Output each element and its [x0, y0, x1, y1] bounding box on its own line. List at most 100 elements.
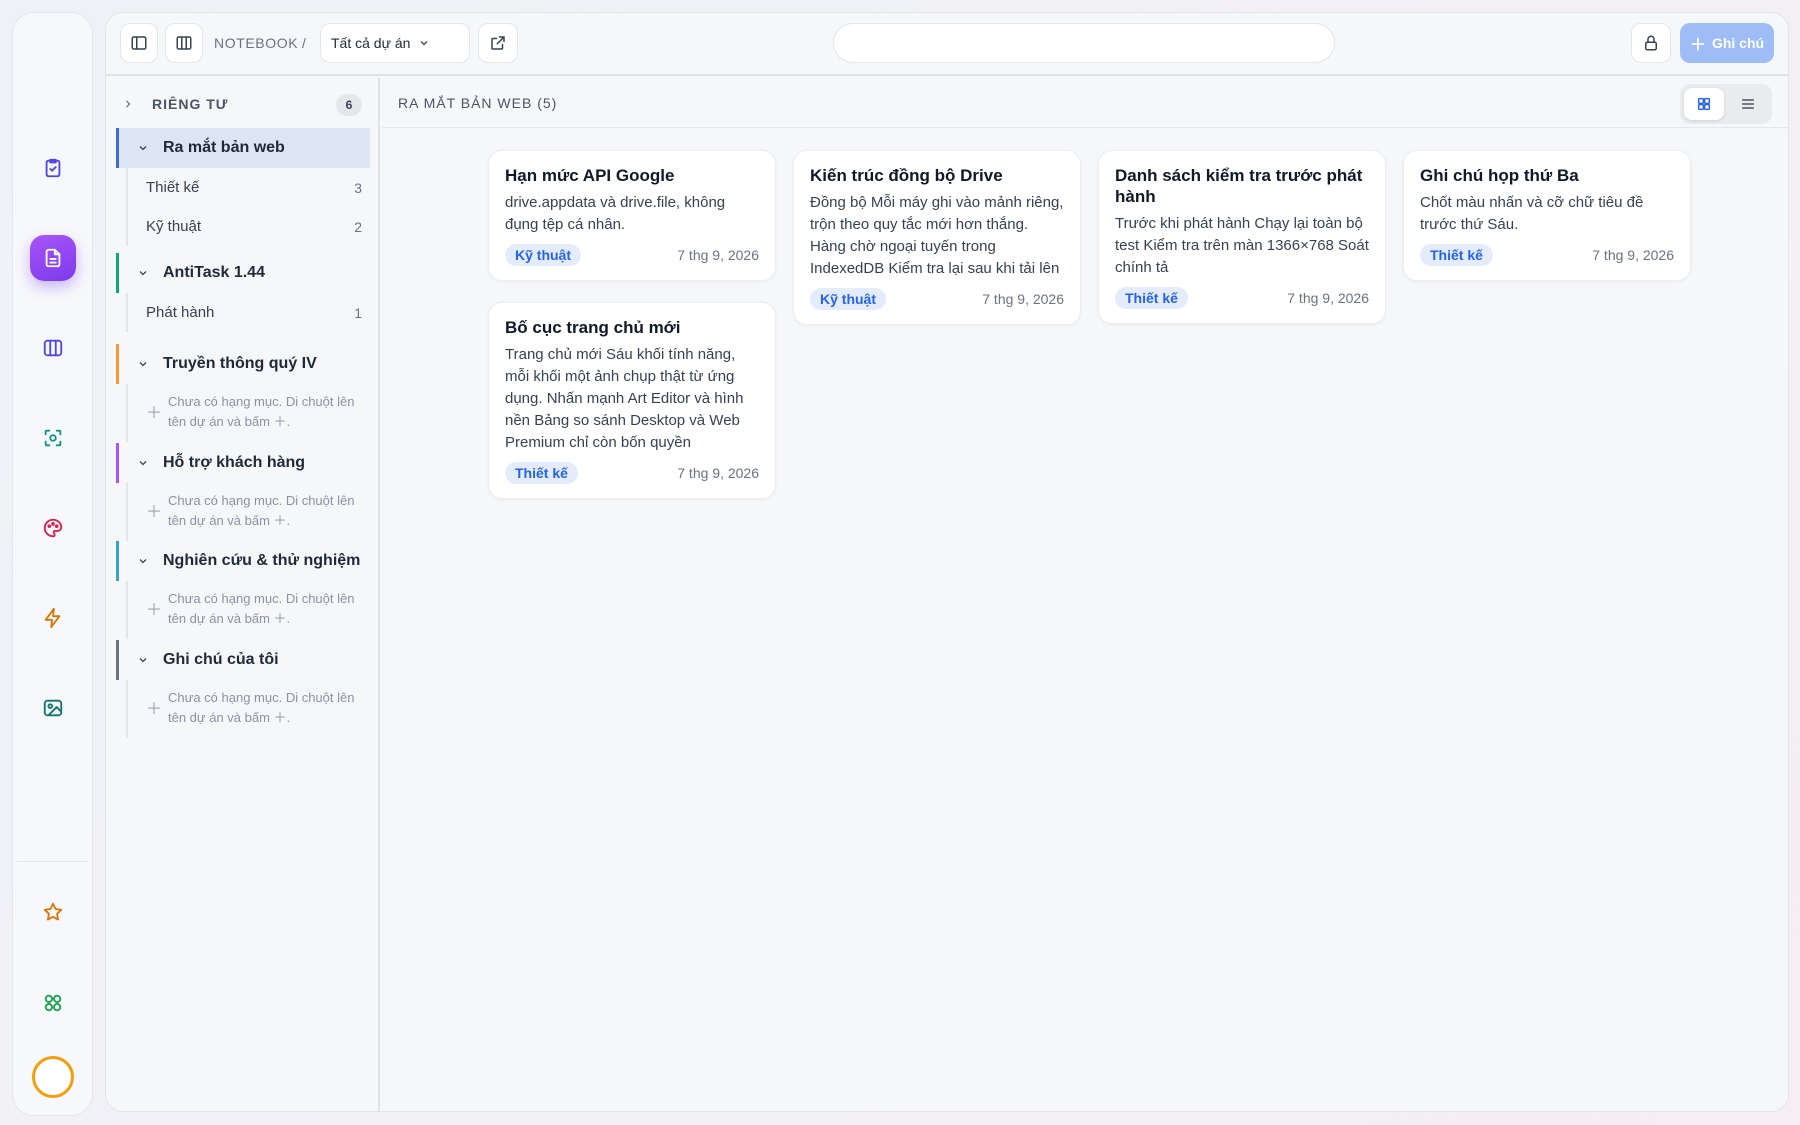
project-group: Ghi chú của tôi ＋ Chưa có hạng mục. Di c…: [116, 640, 370, 738]
note-tag[interactable]: Kỹ thuật: [810, 288, 886, 310]
category-name: Kỹ thuật: [146, 218, 202, 235]
rail-divider: [17, 861, 88, 862]
note-tag[interactable]: Thiết kế: [1420, 244, 1493, 266]
empty-category-hint: ＋ Chưa có hạng mục. Di chuột lên tên dự …: [128, 581, 370, 639]
note-body: Chốt màu nhấn và cỡ chữ tiêu đề trước th…: [1420, 194, 1644, 233]
breadcrumb-separator: /: [302, 35, 307, 51]
view-toggle: [1680, 84, 1772, 124]
chevron-down-icon: [139, 658, 147, 663]
note-card[interactable]: Bố cục trang chủ mới Trang chủ mới Sáu k…: [488, 302, 776, 499]
note-title: Kiến trúc đồng bộ Drive: [810, 166, 1003, 185]
new-note-button[interactable]: ＋ Ghi chú: [1680, 23, 1774, 63]
category-item[interactable]: Phát hành 1: [128, 293, 370, 332]
plus-icon[interactable]: ＋: [146, 503, 162, 523]
apps-grid-icon: [44, 994, 61, 1012]
note-date: 7 thg 9, 2026: [677, 247, 759, 263]
private-count-badge: 6: [336, 94, 362, 116]
toggle-columns-button[interactable]: [165, 23, 203, 63]
empty-hint-text: Chưa có hạng mục. Di chuột lên tên dự án…: [168, 591, 355, 626]
note-card[interactable]: Kiến trúc đồng bộ Drive Đồng bộ Mỗi máy …: [793, 150, 1081, 325]
category-item[interactable]: Kỹ thuật 2: [128, 207, 370, 246]
star-icon: [43, 902, 62, 921]
project-categories: ＋ Chưa có hạng mục. Di chuột lên tên dự …: [126, 384, 370, 442]
project-item-ra-mat-ban-web[interactable]: Ra mắt bản web: [116, 128, 370, 168]
art-nav-button[interactable]: [30, 505, 76, 551]
project-item-ho-tro[interactable]: Hỗ trợ khách hàng: [116, 443, 370, 483]
project-item-ghi-chu-cua-toi[interactable]: Ghi chú của tôi: [116, 640, 370, 680]
category-name: Phát hành: [146, 304, 215, 321]
note-footer: Thiết kế 7 thg 9, 2026: [505, 462, 759, 484]
category-count: 1: [354, 304, 362, 321]
chevron-down-icon: [420, 41, 428, 46]
note-title: Bố cục trang chủ mới: [505, 318, 681, 337]
note-title: Hạn mức API Google: [505, 166, 675, 185]
project-item-antitask[interactable]: AntiTask 1.44: [116, 253, 370, 293]
lock-button[interactable]: [1631, 23, 1671, 63]
chevron-down-icon: [139, 146, 147, 151]
project-name: Hỗ trợ khách hàng: [163, 454, 306, 471]
category-count: 3: [354, 179, 362, 196]
search-input[interactable]: [833, 23, 1335, 63]
plus-icon[interactable]: ＋: [146, 404, 162, 424]
task-check-icon: [45, 158, 60, 178]
note-date: 7 thg 9, 2026: [1592, 247, 1674, 263]
external-link-icon: [491, 36, 505, 50]
note-card[interactable]: Ghi chú họp thứ Ba Chốt màu nhấn và cỡ c…: [1403, 150, 1691, 281]
note-footer: Kỹ thuật 7 thg 9, 2026: [810, 288, 1064, 310]
project-categories: ＋ Chưa có hạng mục. Di chuột lên tên dự …: [126, 581, 370, 639]
columns-icon: [176, 36, 192, 50]
list-view-button[interactable]: [1728, 88, 1768, 120]
project-item-nghien-cuu[interactable]: Nghiên cứu & thử nghiệm: [116, 541, 370, 581]
content-title: RA MẮT BẢN WEB (5): [398, 95, 558, 111]
automation-nav-button[interactable]: [30, 595, 76, 641]
note-tag[interactable]: Thiết kế: [1115, 287, 1188, 309]
image-icon: [43, 699, 62, 717]
project-group: Nghiên cứu & thử nghiệm ＋ Chưa có hạng m…: [116, 541, 370, 639]
notes-nav-button[interactable]: [29, 235, 76, 281]
note-tag[interactable]: Kỹ thuật: [505, 244, 581, 266]
plus-icon[interactable]: ＋: [146, 700, 162, 720]
note-body: Trang chủ mới Sáu khối tính năng, mỗi kh…: [505, 346, 744, 451]
project-name: Ghi chú của tôi: [163, 651, 279, 668]
empty-hint-text: Chưa có hạng mục. Di chuột lên tên dự án…: [168, 394, 355, 429]
private-section-header[interactable]: RIÊNG TƯ 6: [106, 88, 362, 120]
chevron-right-icon: [126, 100, 131, 108]
user-avatar[interactable]: [31, 1056, 74, 1098]
lightning-icon: [44, 607, 60, 629]
tasks-nav-button[interactable]: [30, 145, 76, 191]
note-tag[interactable]: Thiết kế: [505, 462, 578, 484]
gallery-nav-button[interactable]: [30, 685, 76, 731]
board-nav-button[interactable]: [30, 325, 76, 371]
grid-view-button[interactable]: [1684, 88, 1724, 120]
main-window: NOTEBOOK / Tất cả dự án ＋ Ghi chú RIÊNG …: [105, 12, 1789, 1112]
favorites-nav-button[interactable]: [30, 889, 76, 935]
category-item[interactable]: Thiết kế 3: [128, 168, 370, 207]
chevron-down-icon: [139, 559, 147, 564]
plus-icon[interactable]: ＋: [146, 601, 162, 621]
note-card[interactable]: Hạn mức API Google drive.appdata và driv…: [488, 150, 776, 281]
lock-icon: [1645, 35, 1657, 51]
project-select[interactable]: Tất cả dự án: [320, 23, 470, 63]
note-body: drive.appdata và drive.file, không đụng …: [505, 194, 726, 233]
note-body: Trước khi phát hành Chạy lại toàn bộ tes…: [1115, 215, 1369, 276]
project-select-value: Tất cả dự án: [331, 35, 411, 51]
palette-icon: [43, 518, 62, 538]
toggle-sidebar-button[interactable]: [120, 23, 158, 63]
new-note-label: Ghi chú: [1711, 35, 1765, 51]
scan-nav-button[interactable]: [30, 415, 76, 461]
project-group: Ra mắt bản web Thiết kế 3 Kỹ thuật 2: [116, 128, 370, 246]
apps-nav-button[interactable]: [30, 980, 76, 1026]
empty-hint-text: Chưa có hạng mục. Di chuột lên tên dự án…: [168, 493, 355, 528]
note-card[interactable]: Danh sách kiểm tra trước phát hành Trước…: [1098, 150, 1386, 324]
empty-category-hint: ＋ Chưa có hạng mục. Di chuột lên tên dự …: [128, 384, 370, 442]
project-item-truyen-thong[interactable]: Truyền thông quý IV: [116, 344, 370, 384]
project-categories: Thiết kế 3 Kỹ thuật 2: [126, 168, 370, 246]
note-footer: Thiết kế 7 thg 9, 2026: [1420, 244, 1674, 266]
open-external-button[interactable]: [478, 23, 518, 63]
breadcrumb-root[interactable]: NOTEBOOK: [214, 35, 298, 51]
empty-hint-text: Chưa có hạng mục. Di chuột lên tên dự án…: [168, 690, 355, 725]
note-title: Ghi chú họp thứ Ba: [1420, 166, 1579, 185]
project-categories: ＋ Chưa có hạng mục. Di chuột lên tên dự …: [126, 680, 370, 738]
chevron-down-icon: [139, 362, 147, 367]
note-title: Danh sách kiểm tra trước phát hành: [1115, 166, 1363, 206]
